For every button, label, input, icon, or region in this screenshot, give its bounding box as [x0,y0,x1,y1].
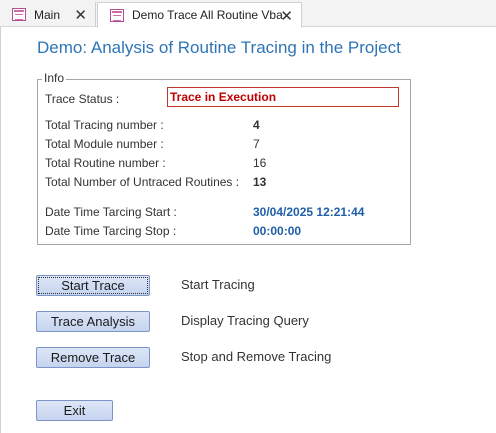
total-module-value: 7 [253,137,260,151]
exit-button[interactable]: Exit [36,400,113,421]
tab-main-label: Main [34,7,61,22]
stop-datetime-label: Date Time Tarcing Stop : [45,224,177,238]
tab-demo-trace[interactable]: Demo Trace All Routine Vba ✕ [97,2,302,28]
info-group-legend: Info [42,71,67,85]
total-module-label: Total Module number : [45,137,164,151]
form-title: Demo: Analysis of Routine Tracing in the… [37,38,401,57]
total-routine-value: 16 [253,156,267,170]
remove-trace-description: Stop and Remove Tracing [181,349,332,364]
start-datetime-label: Date Time Tarcing Start : [45,205,177,219]
total-routine-label: Total Routine number : [45,156,166,170]
untraced-routines-label: Total Number of Untraced Routines : [45,175,240,189]
document-tab-bar: Main ✕ Demo Trace All Routine Vba ✕ [0,0,496,28]
trace-analysis-description: Display Tracing Query [181,313,309,328]
total-tracing-value: 4 [253,118,260,132]
trace-status-field: Trace in Execution [167,87,399,107]
total-tracing-label: Total Tracing number : [45,118,164,132]
tab-demo-trace-label: Demo Trace All Routine Vba [132,8,283,22]
form-icon [12,8,26,21]
start-trace-description: Start Tracing [181,277,255,292]
trace-analysis-button[interactable]: Trace Analysis [36,311,150,332]
start-datetime-value: 30/04/2025 12:21:44 [253,205,365,219]
remove-trace-button[interactable]: Remove Trace [36,347,150,368]
start-trace-button[interactable]: Start Trace [36,275,150,296]
form-left-border [0,27,1,433]
tab-main[interactable]: Main ✕ [0,2,96,27]
trace-status-label: Trace Status : [45,92,120,106]
form-icon [110,8,124,22]
tab-demo-trace-close-icon[interactable]: ✕ [280,7,293,25]
untraced-routines-value: 13 [253,175,267,189]
tab-main-close-icon[interactable]: ✕ [74,6,87,24]
stop-datetime-value: 00:00:00 [253,224,302,238]
